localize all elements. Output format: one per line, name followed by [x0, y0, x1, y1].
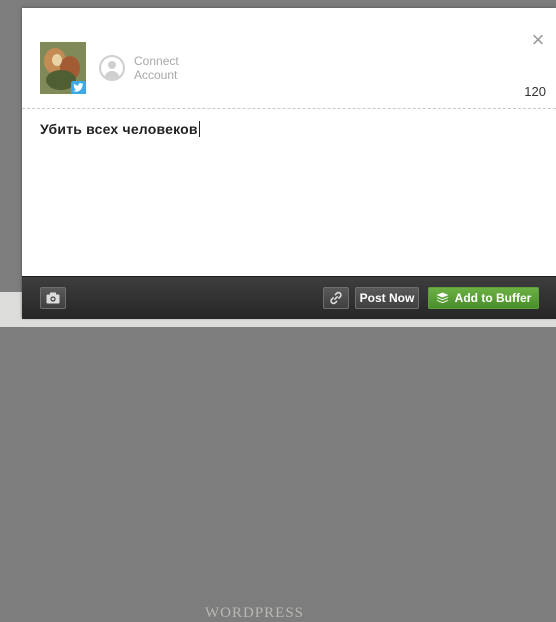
add-photo-button[interactable] — [40, 287, 66, 309]
post-now-button[interactable]: Post Now — [355, 287, 419, 309]
close-icon[interactable]: × — [528, 29, 548, 51]
link-icon — [330, 291, 342, 305]
composer-header: Connect Account × 120 — [22, 8, 556, 108]
connect-account-button[interactable]: Connect Account — [99, 51, 219, 85]
profile-avatar[interactable] — [40, 42, 86, 94]
twitter-icon — [71, 81, 86, 94]
background-text: WORDPRESS — [205, 605, 305, 621]
add-to-buffer-label: Add to Buffer — [454, 291, 532, 305]
shorten-link-button[interactable] — [323, 287, 349, 309]
post-text-input[interactable]: Убить всех человеков — [40, 121, 540, 271]
character-count: 120 — [524, 84, 546, 99]
connect-label-line2: Account — [134, 68, 178, 82]
buffer-stack-icon — [436, 292, 449, 304]
post-now-label: Post Now — [359, 291, 415, 305]
connect-account-label: Connect Account — [134, 54, 179, 82]
connect-label-line1: Connect — [134, 54, 179, 68]
post-text: Убить всех человеков — [40, 121, 198, 137]
header-divider — [22, 108, 556, 109]
text-caret — [198, 121, 200, 137]
buffer-composer-dialog: Connect Account × 120 Убить всех человек… — [22, 8, 556, 319]
add-to-buffer-button[interactable]: Add to Buffer — [428, 287, 539, 309]
composer-toolbar: Post Now Add to Buffer — [22, 276, 556, 319]
person-icon — [99, 55, 125, 81]
camera-icon — [46, 292, 60, 304]
